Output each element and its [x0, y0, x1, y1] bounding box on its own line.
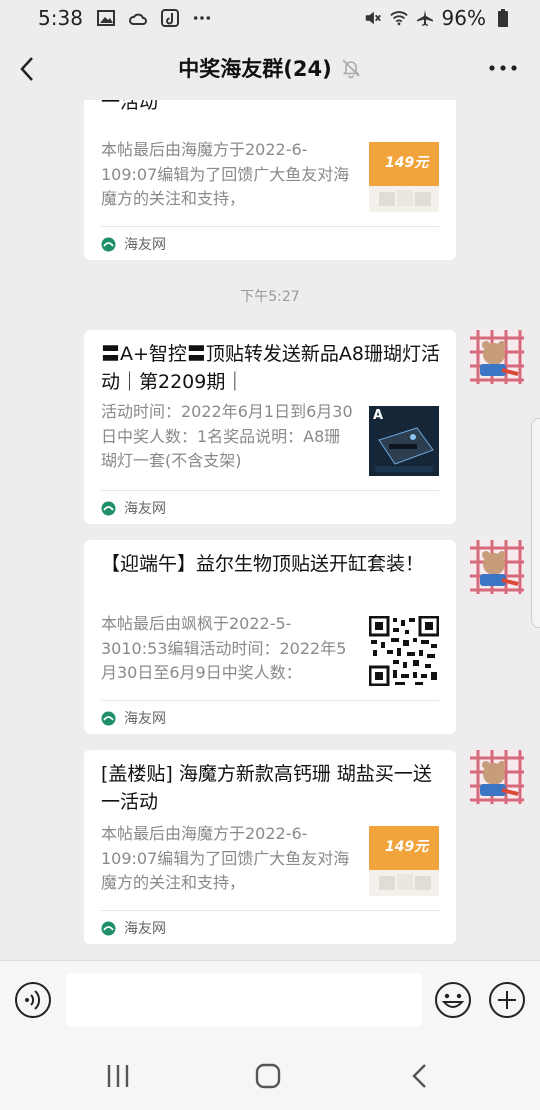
voice-input-button[interactable]	[14, 981, 52, 1019]
card-thumbnail-qr-code	[369, 616, 439, 686]
haiyou-logo-icon	[101, 501, 116, 515]
wifi-icon	[389, 9, 408, 27]
gallery-icon	[96, 9, 115, 27]
mute-status-icon	[364, 9, 382, 27]
emoji-button[interactable]	[434, 981, 472, 1019]
recent-apps-icon	[107, 1065, 129, 1087]
more-dots-icon	[489, 65, 517, 71]
link-card-message[interactable]: 【迎端午】益尔生物顶贴送开缸套装！ 本帖最后由飒枫于2022-5-3010:53…	[84, 540, 456, 734]
source-name: 海友网	[124, 921, 166, 937]
message-input-bar	[0, 960, 540, 1042]
card-title: [盖楼贴] 海魔方新款高钙珊 瑚盐买一送一活动	[101, 763, 432, 813]
source-name: 海友网	[124, 711, 166, 727]
message-timestamp: 下午5:27	[240, 289, 300, 305]
status-time: 5:38	[38, 6, 83, 30]
card-thumbnail: 149元	[369, 142, 439, 212]
card-description: 本帖最后由飒枫于2022-5-3010:53编辑活动时间：2022年5月30日至…	[101, 614, 347, 682]
card-title: [盖楼贴] 海魔方新款高钙珊 瑚盐买一送一活动	[101, 100, 159, 113]
home-button[interactable]	[248, 1060, 288, 1092]
battery-icon	[494, 9, 512, 27]
card-thumbnail: 149元	[369, 826, 439, 896]
chat-message-list[interactable]: [盖楼贴] 海魔方新款高钙珊 瑚盐买一送一活动 本帖最后由海魔方于2022-6-…	[0, 100, 540, 960]
app-notification-icon	[160, 9, 179, 27]
card-source: 海友网	[101, 498, 166, 518]
sender-avatar[interactable]	[470, 540, 524, 594]
home-icon	[255, 1063, 281, 1089]
recent-apps-button[interactable]	[98, 1060, 138, 1092]
card-description: 活动时间：2022年6月1日到6月30日中奖人数：1名奖品说明：A8珊瑚灯一套(…	[101, 402, 353, 470]
sender-avatar[interactable]	[470, 750, 524, 804]
haiyou-logo-icon	[101, 237, 116, 251]
card-source: 海友网	[101, 918, 166, 938]
card-source: 海友网	[101, 234, 166, 254]
back-button[interactable]	[14, 52, 44, 86]
chat-title: 中奖海友群(24)	[178, 57, 332, 81]
status-left: 5:38	[38, 6, 211, 30]
sender-avatar[interactable]	[470, 330, 524, 384]
card-title: 〓A+智控〓顶贴转发送新品A8珊瑚灯活动｜第2209期｜	[101, 343, 441, 393]
card-description: 本帖最后由海魔方于2022-6-109:07编辑为了回馈广大鱼友对海魔方的关注和…	[101, 140, 350, 208]
edge-panel-handle[interactable]	[531, 418, 540, 628]
battery-percent: 96%	[441, 6, 486, 30]
thumb-label-text: A	[373, 408, 384, 423]
status-right: 96%	[364, 6, 512, 30]
card-divider	[101, 226, 439, 227]
haiyou-logo-icon	[101, 921, 116, 935]
airplane-icon	[416, 9, 434, 27]
link-card-message[interactable]: [盖楼贴] 海魔方新款高钙珊 瑚盐买一送一活动 本帖最后由海魔方于2022-6-…	[84, 100, 456, 260]
link-card-message[interactable]: 〓A+智控〓顶贴转发送新品A8珊瑚灯活动｜第2209期｜ 活动时间：2022年6…	[84, 330, 456, 524]
card-source: 海友网	[101, 708, 166, 728]
cloud-icon	[128, 9, 147, 27]
card-description: 本帖最后由海魔方于2022-6-109:07编辑为了回馈广大鱼友对海魔方的关注和…	[101, 824, 350, 892]
system-back-icon	[412, 1064, 426, 1088]
emoji-icon	[435, 982, 471, 1018]
thumb-price-text: 149元	[385, 839, 429, 855]
more-notifications-icon	[193, 9, 211, 27]
link-card-message[interactable]: [盖楼贴] 海魔方新款高钙珊 瑚盐买一送一活动 本帖最后由海魔方于2022-6-…	[84, 750, 456, 944]
back-arrow-icon	[20, 57, 33, 81]
thumb-price-text: 149元	[385, 155, 429, 171]
card-title: 【迎端午】益尔生物顶贴送开缸套装！	[101, 553, 425, 575]
system-back-button[interactable]	[400, 1060, 440, 1092]
source-name: 海友网	[124, 237, 166, 253]
mute-bell-icon	[340, 57, 362, 79]
system-navigation-bar	[0, 1042, 540, 1110]
card-divider	[101, 490, 439, 491]
plus-icon	[489, 982, 525, 1018]
more-functions-button[interactable]	[488, 981, 526, 1019]
chat-header: 中奖海友群(24)	[0, 36, 540, 100]
source-name: 海友网	[124, 501, 166, 517]
card-divider	[101, 700, 439, 701]
status-bar: 5:38 96%	[0, 0, 540, 36]
haiyou-logo-icon	[101, 711, 116, 725]
voice-icon	[15, 982, 51, 1018]
more-options-button[interactable]	[486, 56, 520, 80]
card-divider	[101, 910, 439, 911]
message-text-input[interactable]	[66, 973, 422, 1027]
card-thumbnail: A	[369, 406, 439, 476]
